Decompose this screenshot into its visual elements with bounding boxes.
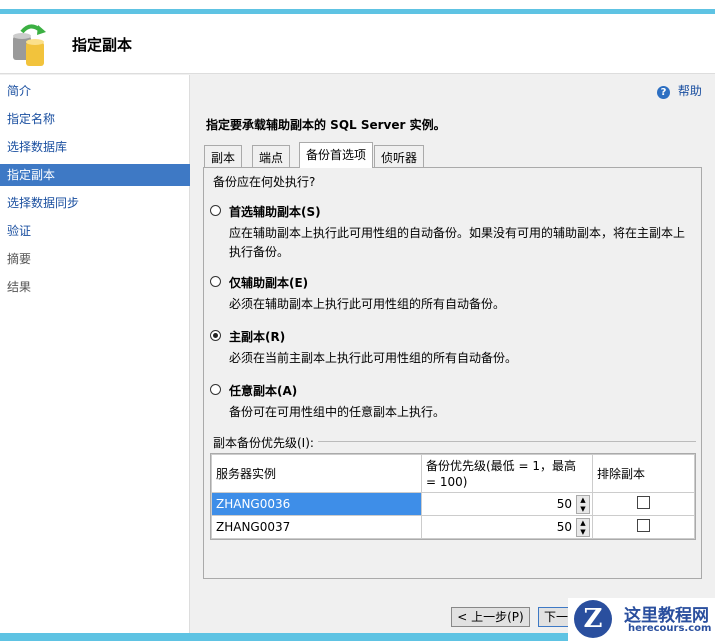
option-label: 主副本(R) <box>229 330 286 344</box>
option-desc: 应在辅助副本上执行此可用性组的自动备份。如果没有可用的辅助副本，将在主副本上执行… <box>229 226 686 259</box>
exclude-checkbox[interactable] <box>637 519 650 532</box>
table-row: ZHANG0036 50 ▲ ▼ <box>211 492 695 516</box>
tab-endpoints[interactable]: 端点 <box>252 145 291 167</box>
nav-summary: 摘要 <box>7 252 32 266</box>
exclude-checkbox[interactable] <box>637 496 650 509</box>
option-desc: 必须在当前主副本上执行此可用性组的所有自动备份。 <box>229 351 518 365</box>
option-desc: 备份可在可用性组中的任意副本上执行。 <box>229 405 446 419</box>
nav-validation[interactable]: 验证 <box>0 220 190 242</box>
col-server: 服务器实例 <box>211 454 422 493</box>
nav-select-databases[interactable]: 选择数据库 <box>0 136 190 158</box>
help-icon: ? <box>657 86 670 99</box>
nav-data-sync[interactable]: 选择数据同步 <box>0 192 190 214</box>
page-title: 指定副本 <box>72 36 133 54</box>
watermark-url: herecours.com <box>628 623 712 634</box>
priority-cell[interactable]: 50 ▲ ▼ <box>421 492 593 516</box>
replica-priority-grid: 服务器实例 备份优先级(最低 = 1，最高 = 100) 排除副本 ZHANG003… <box>210 453 696 540</box>
server-cell[interactable]: ZHANG0036 <box>211 492 422 516</box>
priority-value[interactable]: 50 <box>557 520 572 534</box>
radio-prefer-secondary[interactable] <box>210 205 221 216</box>
question-label: 备份应在何处执行? <box>213 175 316 189</box>
nav-intro[interactable]: 简介 <box>0 80 190 102</box>
watermark-logo: Z 这里教程网 herecours.com <box>568 598 715 641</box>
database-replica-icon <box>13 24 46 66</box>
priority-label: 副本备份优先级(I): <box>213 434 318 451</box>
nav-specify-replicas[interactable]: 指定副本 <box>0 164 190 186</box>
tab-backup-preferences[interactable]: 备份首选项 <box>299 142 374 168</box>
server-cell[interactable]: ZHANG0037 <box>211 515 422 539</box>
wizard-nav: 简介 指定名称 选择数据库 指定副本 选择数据同步 验证 摘要 结果 <box>0 75 190 641</box>
help-link[interactable]: ? 帮助 <box>657 82 702 99</box>
nav-specify-name[interactable]: 指定名称 <box>0 108 190 130</box>
option-label: 仅辅助副本(E) <box>229 276 309 290</box>
spinner-icon[interactable]: ▲ ▼ <box>576 518 590 537</box>
col-exclude: 排除副本 <box>592 454 695 493</box>
logo-z-icon: Z <box>574 600 612 638</box>
option-label: 任意副本(A) <box>229 384 298 398</box>
separator <box>300 441 696 442</box>
spinner-icon[interactable]: ▲ ▼ <box>576 495 590 514</box>
priority-value[interactable]: 50 <box>557 497 572 511</box>
priority-cell[interactable]: 50 ▲ ▼ <box>421 515 593 539</box>
option-label: 首选辅助副本(S) <box>229 205 321 219</box>
table-row: ZHANG0037 50 ▲ ▼ <box>211 515 695 539</box>
instruction-text: 指定要承载辅助副本的 SQL Server 实例。 <box>206 118 446 132</box>
radio-primary[interactable] <box>210 330 221 341</box>
col-priority: 备份优先级(最低 = 1，最高 = 100) <box>421 454 593 493</box>
nav-results: 结果 <box>7 280 32 294</box>
tab-replicas[interactable]: 副本 <box>204 145 243 167</box>
radio-secondary-only[interactable] <box>210 276 221 287</box>
tab-listener[interactable]: 侦听器 <box>374 145 425 167</box>
radio-any-replica[interactable] <box>210 384 221 395</box>
option-desc: 必须在辅助副本上执行此可用性组的所有自动备份。 <box>229 297 506 311</box>
help-label: 帮助 <box>677 84 702 98</box>
previous-button[interactable]: < 上一步(P) <box>451 607 530 627</box>
